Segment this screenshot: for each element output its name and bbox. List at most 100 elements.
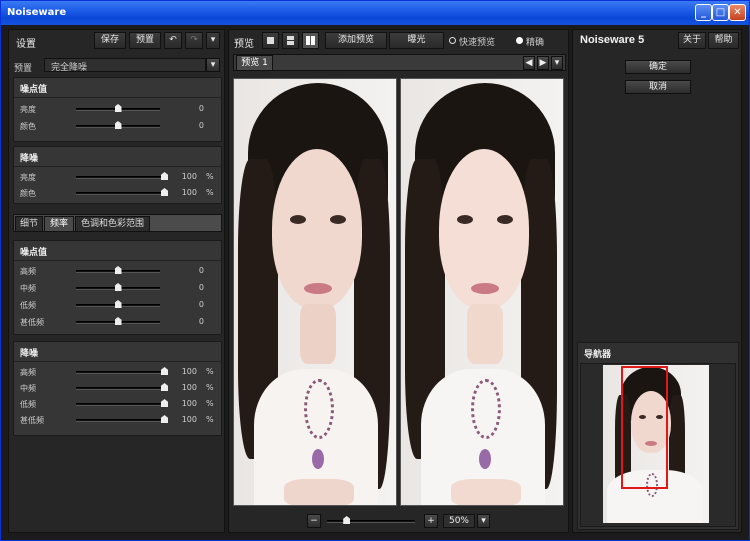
close-icon[interactable]: ✕ [729,4,746,21]
slider-track[interactable] [76,176,168,179]
cancel-button[interactable]: 取消 [625,80,691,94]
slider-label: 高频 [20,368,36,377]
save-button[interactable]: 保存 [94,32,126,49]
slider-thumb[interactable] [114,283,122,291]
next-arrow-icon[interactable]: ▶ [537,56,549,70]
navigator-viewport-frame[interactable] [621,366,668,489]
slider-thumb[interactable] [161,399,168,407]
slider-unit: % [206,172,214,181]
redo-icon[interactable]: ↷ [185,32,203,49]
help-button[interactable]: 帮助 [708,32,739,49]
brand-logo: Noiseware 5 [580,34,645,46]
zoom-slider-track[interactable] [327,520,415,523]
slider-thumb[interactable] [114,317,122,325]
slider-label: 颜色 [20,122,36,131]
slider-unit: % [206,383,214,392]
settings-panel: 设置 保存 预置 ↶ ↷ ▾ 预置 完全降噪 ▾ 噪点值 亮度 0 颜色 0 降噪 亮… [8,29,225,533]
tab-tone-color[interactable]: 色调和色彩范围 [75,216,150,232]
slider-thumb[interactable] [161,188,168,196]
split-horizontal-icon[interactable] [282,32,299,49]
tab-preview-1[interactable]: 预览 1 [236,55,273,71]
fast-preview-radio[interactable] [449,37,456,44]
slider-label: 甚低频 [20,416,44,425]
slider-track[interactable] [76,371,168,374]
slider-track[interactable] [76,387,168,390]
navigator-title: 导航器 [584,350,612,360]
menu-arrow-icon[interactable]: ▾ [206,32,220,49]
zoom-value[interactable]: 50% [443,514,475,528]
noise-reduction-section: 降噪 亮度 100% 颜色 100% [13,146,222,204]
accurate-radio[interactable] [516,37,523,44]
maximize-icon[interactable]: □ [712,4,729,21]
slider-value: 0 [198,283,204,292]
slider-value: 0 [198,121,204,130]
slider-unit: % [206,188,214,197]
freq-noise-reduction-section: 降噪 高频 100% 中频 100% 低频 100% 甚低频 100% [13,341,222,436]
freq-noise-level-title: 噪点值 [20,248,48,258]
app-window: Noiseware _ □ ✕ 设置 保存 预置 ↶ ↷ ▾ 预置 完全降噪 ▾… [0,0,750,541]
noise-level-section: 噪点值 亮度 0 颜色 0 [13,77,222,142]
zoom-dropdown-icon[interactable]: ▾ [477,514,490,528]
slider-label: 高频 [20,267,36,276]
slider-value: 0 [198,300,204,309]
slider-label: 低频 [20,301,36,310]
slider-thumb[interactable] [114,300,122,308]
preset-select[interactable]: 完全降噪 [44,58,206,73]
slider-label: 颜色 [20,189,36,198]
exposure-button[interactable]: 曝光 [389,32,444,49]
slider-thumb[interactable] [114,121,122,129]
zoom-out-button[interactable]: − [307,514,321,528]
slider-thumb[interactable] [114,266,122,274]
preset-select-value: 完全降噪 [51,63,88,73]
preview-label: 预览 [234,39,254,50]
fast-preview-label: 快速预览 [459,38,496,48]
slider-label: 中频 [20,284,36,293]
settings-title: 设置 [16,39,36,50]
single-view-icon[interactable] [262,32,279,49]
minimize-icon[interactable]: _ [695,4,712,21]
zoom-slider-thumb[interactable] [343,516,351,524]
slider-thumb[interactable] [161,367,168,375]
undo-icon[interactable]: ↶ [164,32,182,49]
split-vertical-icon[interactable] [302,32,319,49]
slider-thumb[interactable] [161,172,168,180]
slider-value: 0 [198,104,204,113]
slider-label: 中频 [20,384,36,393]
ok-button[interactable]: 确定 [625,60,691,74]
prev-arrow-icon[interactable]: ◀ [523,56,535,70]
noise-reduction-title: 降噪 [20,154,39,164]
slider-thumb[interactable] [161,383,168,391]
slider-value: 100 [181,367,197,376]
slider-label: 甚低频 [20,318,44,327]
preset-dropdown-icon[interactable]: ▾ [206,58,220,72]
slider-unit: % [206,367,214,376]
slider-thumb[interactable] [161,415,168,423]
tab-frequency[interactable]: 频率 [44,216,74,232]
slider-label: 低频 [20,400,36,409]
slider-track[interactable] [76,192,168,195]
tab-menu-icon[interactable]: ▾ [551,56,563,70]
slider-unit: % [206,399,214,408]
preset-button[interactable]: 预置 [129,32,161,49]
navigator-section: 导航器 [577,342,739,530]
slider-value: 0 [198,266,204,275]
slider-value: 100 [181,383,197,392]
about-button[interactable]: 关于 [678,32,706,49]
slider-track[interactable] [76,419,168,422]
accurate-label: 精确 [526,38,545,48]
slider-label: 亮度 [20,173,36,182]
slider-value: 100 [181,415,197,424]
window-title: Noiseware [7,7,67,18]
add-preview-button[interactable]: 添加预览 [325,32,387,49]
preview-tab-strip [233,54,566,71]
slider-unit: % [206,415,214,424]
preset-label: 预置 [14,64,33,74]
preview-panel: 预览 添加预览 曝光 快速预览 精确 预览 1 ◀ ▶ ▾ − + 50% ▾ [228,29,569,533]
processed-preview-image[interactable] [400,78,564,506]
slider-track[interactable] [76,403,168,406]
zoom-in-button[interactable]: + [424,514,438,528]
slider-thumb[interactable] [114,104,122,112]
original-preview-image[interactable] [233,78,397,506]
tab-detail[interactable]: 细节 [15,216,43,232]
noise-level-title: 噪点值 [20,85,48,95]
